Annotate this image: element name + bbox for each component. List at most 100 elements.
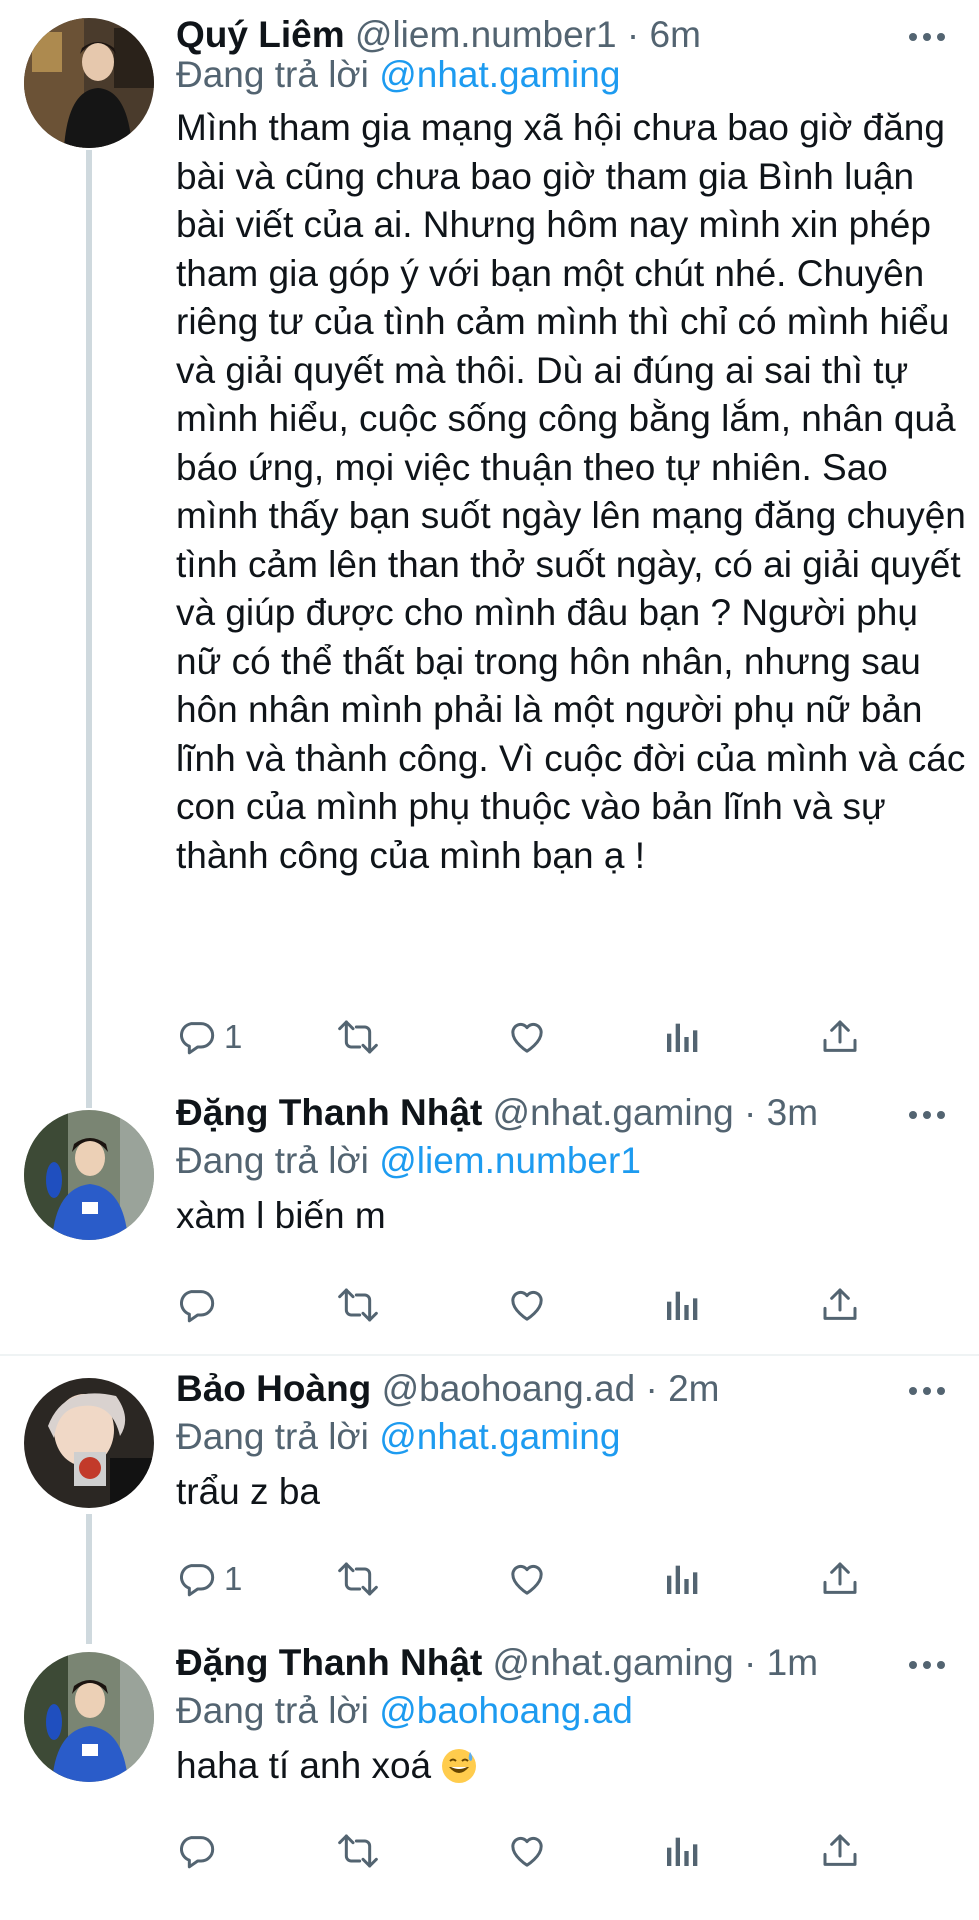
user-handle[interactable]: @baohoang.ad (382, 1368, 636, 1409)
timestamp[interactable]: 3m (767, 1092, 818, 1133)
tweet-text: trẩu z ba (176, 1468, 966, 1517)
more-icon[interactable] (905, 22, 949, 52)
tweet-body: xàm l biến m (176, 1195, 386, 1236)
more-icon[interactable] (905, 1376, 949, 1406)
display-name[interactable]: Đặng Thanh Nhật (176, 1092, 482, 1133)
retweet-button[interactable] (336, 1554, 380, 1604)
tweet-header: Đặng Thanh Nhật @nhat.gaming · 1m (176, 1638, 889, 1688)
replying-prefix: Đang trả lời (176, 54, 369, 95)
timestamp[interactable]: 1m (767, 1642, 818, 1683)
replying-prefix: Đang trả lời (176, 1690, 369, 1731)
display-name[interactable]: Quý Liêm (176, 14, 345, 55)
views-icon (667, 1023, 698, 1052)
reply-button[interactable]: 1 (176, 1012, 242, 1062)
tweet[interactable]: Đặng Thanh Nhật @nhat.gaming · 1m Đang t… (0, 1642, 979, 1920)
timestamp[interactable]: 6m (650, 14, 701, 55)
tweet-body: haha tí anh xoá (176, 1745, 432, 1786)
like-icon (511, 1022, 543, 1053)
timestamp[interactable]: 2m (668, 1368, 719, 1409)
views-icon (667, 1291, 698, 1320)
like-icon (511, 1564, 543, 1595)
reply-icon (179, 1022, 215, 1055)
retweet-icon (338, 1020, 378, 1054)
share-icon (823, 1834, 857, 1866)
replying-to: Đang trả lời @baohoang.ad (176, 1686, 633, 1736)
more-icon[interactable] (905, 1100, 949, 1130)
share-icon (823, 1288, 857, 1320)
user-handle[interactable]: @nhat.gaming (493, 1642, 734, 1683)
replying-prefix: Đang trả lời (176, 1140, 369, 1181)
like-button[interactable] (506, 1554, 548, 1604)
views-button[interactable] (662, 1554, 702, 1604)
tweet-body: Mình tham gia mạng xã hội chưa bao giờ đ… (176, 107, 966, 876)
separator-dot: · (744, 1642, 757, 1683)
tweet-text: Mình tham gia mạng xã hội chưa bao giờ đ… (176, 104, 966, 880)
tweet[interactable]: Bảo Hoàng @baohoang.ad · 2m Đang trả lời… (0, 1368, 979, 1644)
mention-link[interactable]: @liem.number1 (379, 1140, 641, 1181)
action-bar: 1 (176, 1554, 876, 1604)
user-handle[interactable]: @nhat.gaming (493, 1092, 734, 1133)
mention-link[interactable]: @nhat.gaming (379, 1416, 620, 1457)
share-icon (823, 1020, 857, 1052)
retweet-button[interactable] (336, 1826, 380, 1876)
action-bar (176, 1280, 876, 1330)
replying-to: Đang trả lời @liem.number1 (176, 1136, 641, 1186)
avatar[interactable] (24, 1110, 154, 1240)
avatar[interactable] (24, 1652, 154, 1782)
retweet-button[interactable] (336, 1012, 380, 1062)
avatar[interactable] (24, 1378, 154, 1508)
like-button[interactable] (506, 1280, 548, 1330)
thread-connector (86, 1514, 92, 1644)
share-button[interactable] (820, 1826, 860, 1876)
user-handle[interactable]: @liem.number1 (355, 14, 617, 55)
views-icon (667, 1837, 698, 1866)
mention-link[interactable]: @nhat.gaming (379, 54, 620, 95)
like-icon (511, 1836, 543, 1867)
reply-count: 1 (224, 1018, 243, 1055)
like-button[interactable] (506, 1826, 548, 1876)
tweet-text: haha tí anh xoá (176, 1742, 966, 1791)
reply-thread: Quý Liêm @liem.number1 · 6m Đang trả lời… (0, 0, 979, 1920)
like-button[interactable] (506, 1012, 548, 1062)
tweet[interactable]: Đặng Thanh Nhật @nhat.gaming · 3m Đang t… (0, 1088, 979, 1348)
action-bar: 1 (176, 1012, 876, 1062)
divider (0, 1354, 979, 1356)
retweet-button[interactable] (336, 1280, 380, 1330)
separator-dot: · (626, 14, 640, 55)
reply-button[interactable] (176, 1826, 224, 1876)
retweet-icon (338, 1834, 378, 1868)
retweet-icon (338, 1562, 378, 1596)
action-bar (176, 1826, 876, 1876)
views-button[interactable] (662, 1826, 702, 1876)
reply-icon (179, 1564, 215, 1597)
retweet-icon (338, 1288, 378, 1322)
like-icon (511, 1290, 543, 1321)
separator-dot: · (744, 1092, 757, 1133)
tweet-body: trẩu z ba (176, 1471, 320, 1512)
views-button[interactable] (662, 1012, 702, 1062)
display-name[interactable]: Bảo Hoàng (176, 1368, 371, 1409)
display-name[interactable]: Đặng Thanh Nhật (176, 1642, 482, 1683)
replying-to: Đang trả lời @nhat.gaming (176, 1412, 620, 1462)
thread-connector (86, 1088, 92, 1108)
reply-button[interactable] (176, 1280, 224, 1330)
replying-to: Đang trả lời @nhat.gaming (176, 50, 620, 100)
thread-connector (86, 150, 92, 1090)
reply-button[interactable]: 1 (176, 1554, 242, 1604)
more-icon[interactable] (905, 1650, 949, 1680)
tweet-header: Bảo Hoàng @baohoang.ad · 2m (176, 1364, 889, 1414)
mention-link[interactable]: @baohoang.ad (379, 1690, 633, 1731)
share-button[interactable] (820, 1554, 860, 1604)
reply-count: 1 (224, 1560, 243, 1597)
share-button[interactable] (820, 1012, 860, 1062)
tweet[interactable]: Quý Liêm @liem.number1 · 6m Đang trả lời… (0, 0, 979, 1090)
reply-icon (179, 1290, 215, 1323)
avatar[interactable] (24, 18, 154, 148)
views-icon (667, 1565, 698, 1594)
tweet-text: xàm l biến m (176, 1192, 966, 1241)
grinning-sweat-emoji-icon (442, 1749, 477, 1783)
views-button[interactable] (662, 1280, 702, 1330)
separator-dot: · (645, 1368, 658, 1409)
share-button[interactable] (820, 1280, 860, 1330)
share-icon (823, 1562, 857, 1594)
